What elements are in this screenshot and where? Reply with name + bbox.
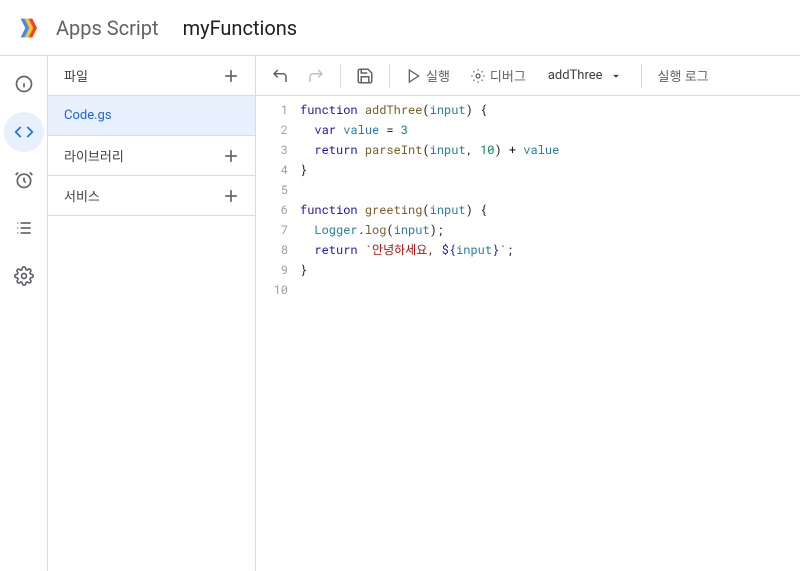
header: Apps Script myFunctions xyxy=(0,0,800,56)
files-label: 파일 xyxy=(64,66,88,85)
nav-overview[interactable] xyxy=(4,64,44,104)
main: 실행 디버그 addThree 실행 로그 12345678910 functi… xyxy=(256,56,800,571)
line-gutter: 12345678910 xyxy=(256,96,300,571)
libraries-label: 라이브러리 xyxy=(64,146,124,165)
left-nav xyxy=(0,56,48,571)
files-header: 파일 xyxy=(48,56,255,96)
execution-log-label: 실행 로그 xyxy=(658,66,709,85)
file-item[interactable]: Code.gs xyxy=(48,96,255,136)
function-select[interactable]: addThree xyxy=(538,68,633,83)
function-selected-label: addThree xyxy=(548,68,603,83)
run-label: 실행 xyxy=(426,66,450,85)
app-title: Apps Script xyxy=(56,16,159,40)
project-title[interactable]: myFunctions xyxy=(183,16,298,40)
save-button[interactable] xyxy=(349,60,381,92)
code-content[interactable]: function addThree(input) { var value = 3… xyxy=(300,96,800,571)
sidebar: 파일 Code.gs 라이브러리 서비스 xyxy=(48,56,256,571)
nav-settings[interactable] xyxy=(4,256,44,296)
add-file-button[interactable] xyxy=(215,60,247,92)
libraries-header: 라이브러리 xyxy=(48,136,255,176)
nav-triggers[interactable] xyxy=(4,160,44,200)
add-service-button[interactable] xyxy=(215,180,247,212)
undo-button[interactable] xyxy=(264,60,296,92)
toolbar-separator xyxy=(641,64,642,88)
chevron-down-icon xyxy=(609,69,623,83)
code-editor[interactable]: 12345678910 function addThree(input) { v… xyxy=(256,96,800,571)
apps-script-logo-icon xyxy=(16,14,44,42)
run-button[interactable]: 실행 xyxy=(398,60,458,92)
toolbar-separator xyxy=(389,64,390,88)
execution-log-button[interactable]: 실행 로그 xyxy=(650,60,717,92)
add-library-button[interactable] xyxy=(215,140,247,172)
services-header: 서비스 xyxy=(48,176,255,216)
toolbar: 실행 디버그 addThree 실행 로그 xyxy=(256,56,800,96)
nav-executions[interactable] xyxy=(4,208,44,248)
debug-button[interactable]: 디버그 xyxy=(462,60,534,92)
redo-button[interactable] xyxy=(300,60,332,92)
toolbar-separator xyxy=(340,64,341,88)
nav-editor[interactable] xyxy=(4,112,44,152)
debug-label: 디버그 xyxy=(490,66,526,85)
services-label: 서비스 xyxy=(64,186,100,205)
